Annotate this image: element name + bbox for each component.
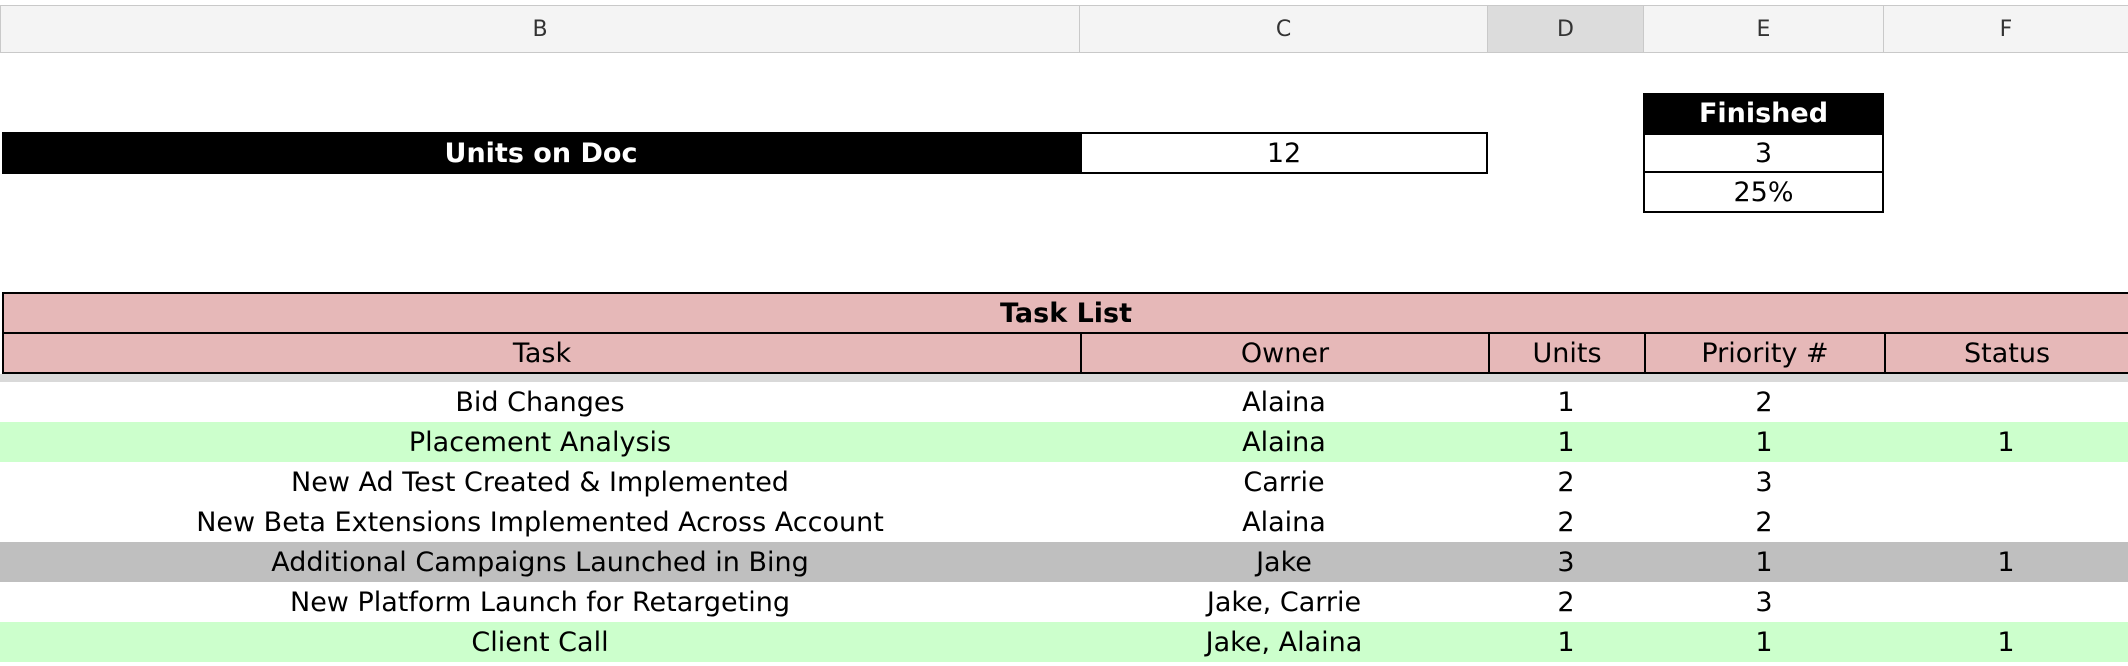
table-row[interactable]: Additional Campaigns Launched in Bing Jak… xyxy=(0,542,2128,582)
cell-status[interactable] xyxy=(1884,502,2128,542)
cell-units[interactable]: 1 xyxy=(1488,622,1644,662)
table-row[interactable]: Placement Analysis Alaina 1 1 1 xyxy=(0,422,2128,462)
table-row[interactable]: New Beta Extensions Implemented Across A… xyxy=(0,502,2128,542)
cell-owner[interactable]: Alaina xyxy=(1080,382,1488,422)
column-header-d[interactable]: D xyxy=(1488,5,1644,53)
column-header-b[interactable]: B xyxy=(0,5,1080,53)
header-units[interactable]: Units xyxy=(1488,332,1646,374)
cell-units[interactable]: 1 xyxy=(1488,382,1644,422)
cell-owner[interactable]: Alaina xyxy=(1080,422,1488,462)
cell-units[interactable]: 2 xyxy=(1488,502,1644,542)
cell-priority[interactable]: 1 xyxy=(1644,542,1884,582)
table-row[interactable]: Client Call Jake, Alaina 1 1 1 xyxy=(0,622,2128,662)
cell-task[interactable]: Client Call xyxy=(0,622,1080,662)
table-row[interactable]: New Ad Test Created & Implemented Carrie 2… xyxy=(0,462,2128,502)
cell-owner[interactable]: Jake, Carrie xyxy=(1080,582,1488,622)
cell-owner[interactable]: Alaina xyxy=(1080,502,1488,542)
column-header-c[interactable]: C xyxy=(1080,5,1488,53)
cell-status[interactable]: 1 xyxy=(1884,622,2128,662)
table-row[interactable]: Bid Changes Alaina 1 2 xyxy=(0,382,2128,422)
cell-status[interactable] xyxy=(1884,582,2128,622)
finished-percent[interactable]: 25% xyxy=(1643,171,1884,213)
cell-task[interactable]: New Ad Test Created & Implemented xyxy=(0,462,1080,502)
header-priority[interactable]: Priority # xyxy=(1644,332,1886,374)
table-row[interactable]: New Platform Launch for Retargeting Jake,… xyxy=(0,582,2128,622)
header-status[interactable]: Status xyxy=(1884,332,2128,374)
cell-priority[interactable]: 1 xyxy=(1644,622,1884,662)
header-owner[interactable]: Owner xyxy=(1080,332,1490,374)
cell-task[interactable]: Bid Changes xyxy=(0,382,1080,422)
frozen-row-divider xyxy=(0,374,2128,382)
cell-status[interactable]: 1 xyxy=(1884,542,2128,582)
task-list-title[interactable]: Task List xyxy=(2,292,2128,334)
column-header-f[interactable]: F xyxy=(1884,5,2128,53)
cell-priority[interactable]: 2 xyxy=(1644,382,1884,422)
cell-owner[interactable]: Carrie xyxy=(1080,462,1488,502)
cell-priority[interactable]: 3 xyxy=(1644,582,1884,622)
cell-units[interactable]: 3 xyxy=(1488,542,1644,582)
cell-priority[interactable]: 1 xyxy=(1644,422,1884,462)
cell-priority[interactable]: 3 xyxy=(1644,462,1884,502)
cell-units[interactable]: 1 xyxy=(1488,422,1644,462)
cell-status[interactable]: 1 xyxy=(1884,422,2128,462)
cell-priority[interactable]: 2 xyxy=(1644,502,1884,542)
cell-task[interactable]: Additional Campaigns Launched in Bing xyxy=(0,542,1080,582)
finished-count[interactable]: 3 xyxy=(1643,133,1884,173)
cell-task[interactable]: New Beta Extensions Implemented Across A… xyxy=(0,502,1080,542)
cell-task[interactable]: New Platform Launch for Retargeting xyxy=(0,582,1080,622)
cell-owner[interactable]: Jake, Alaina xyxy=(1080,622,1488,662)
finished-label[interactable]: Finished xyxy=(1643,93,1884,133)
cell-units[interactable]: 2 xyxy=(1488,462,1644,502)
column-header-e[interactable]: E xyxy=(1644,5,1884,53)
units-on-doc-value[interactable]: 12 xyxy=(1080,132,1488,174)
cell-owner[interactable]: Jake xyxy=(1080,542,1488,582)
units-on-doc-label[interactable]: Units on Doc xyxy=(2,132,1080,174)
cell-status[interactable] xyxy=(1884,462,2128,502)
cell-status[interactable] xyxy=(1884,382,2128,422)
cell-units[interactable]: 2 xyxy=(1488,582,1644,622)
header-task[interactable]: Task xyxy=(2,332,1082,374)
cell-task[interactable]: Placement Analysis xyxy=(0,422,1080,462)
